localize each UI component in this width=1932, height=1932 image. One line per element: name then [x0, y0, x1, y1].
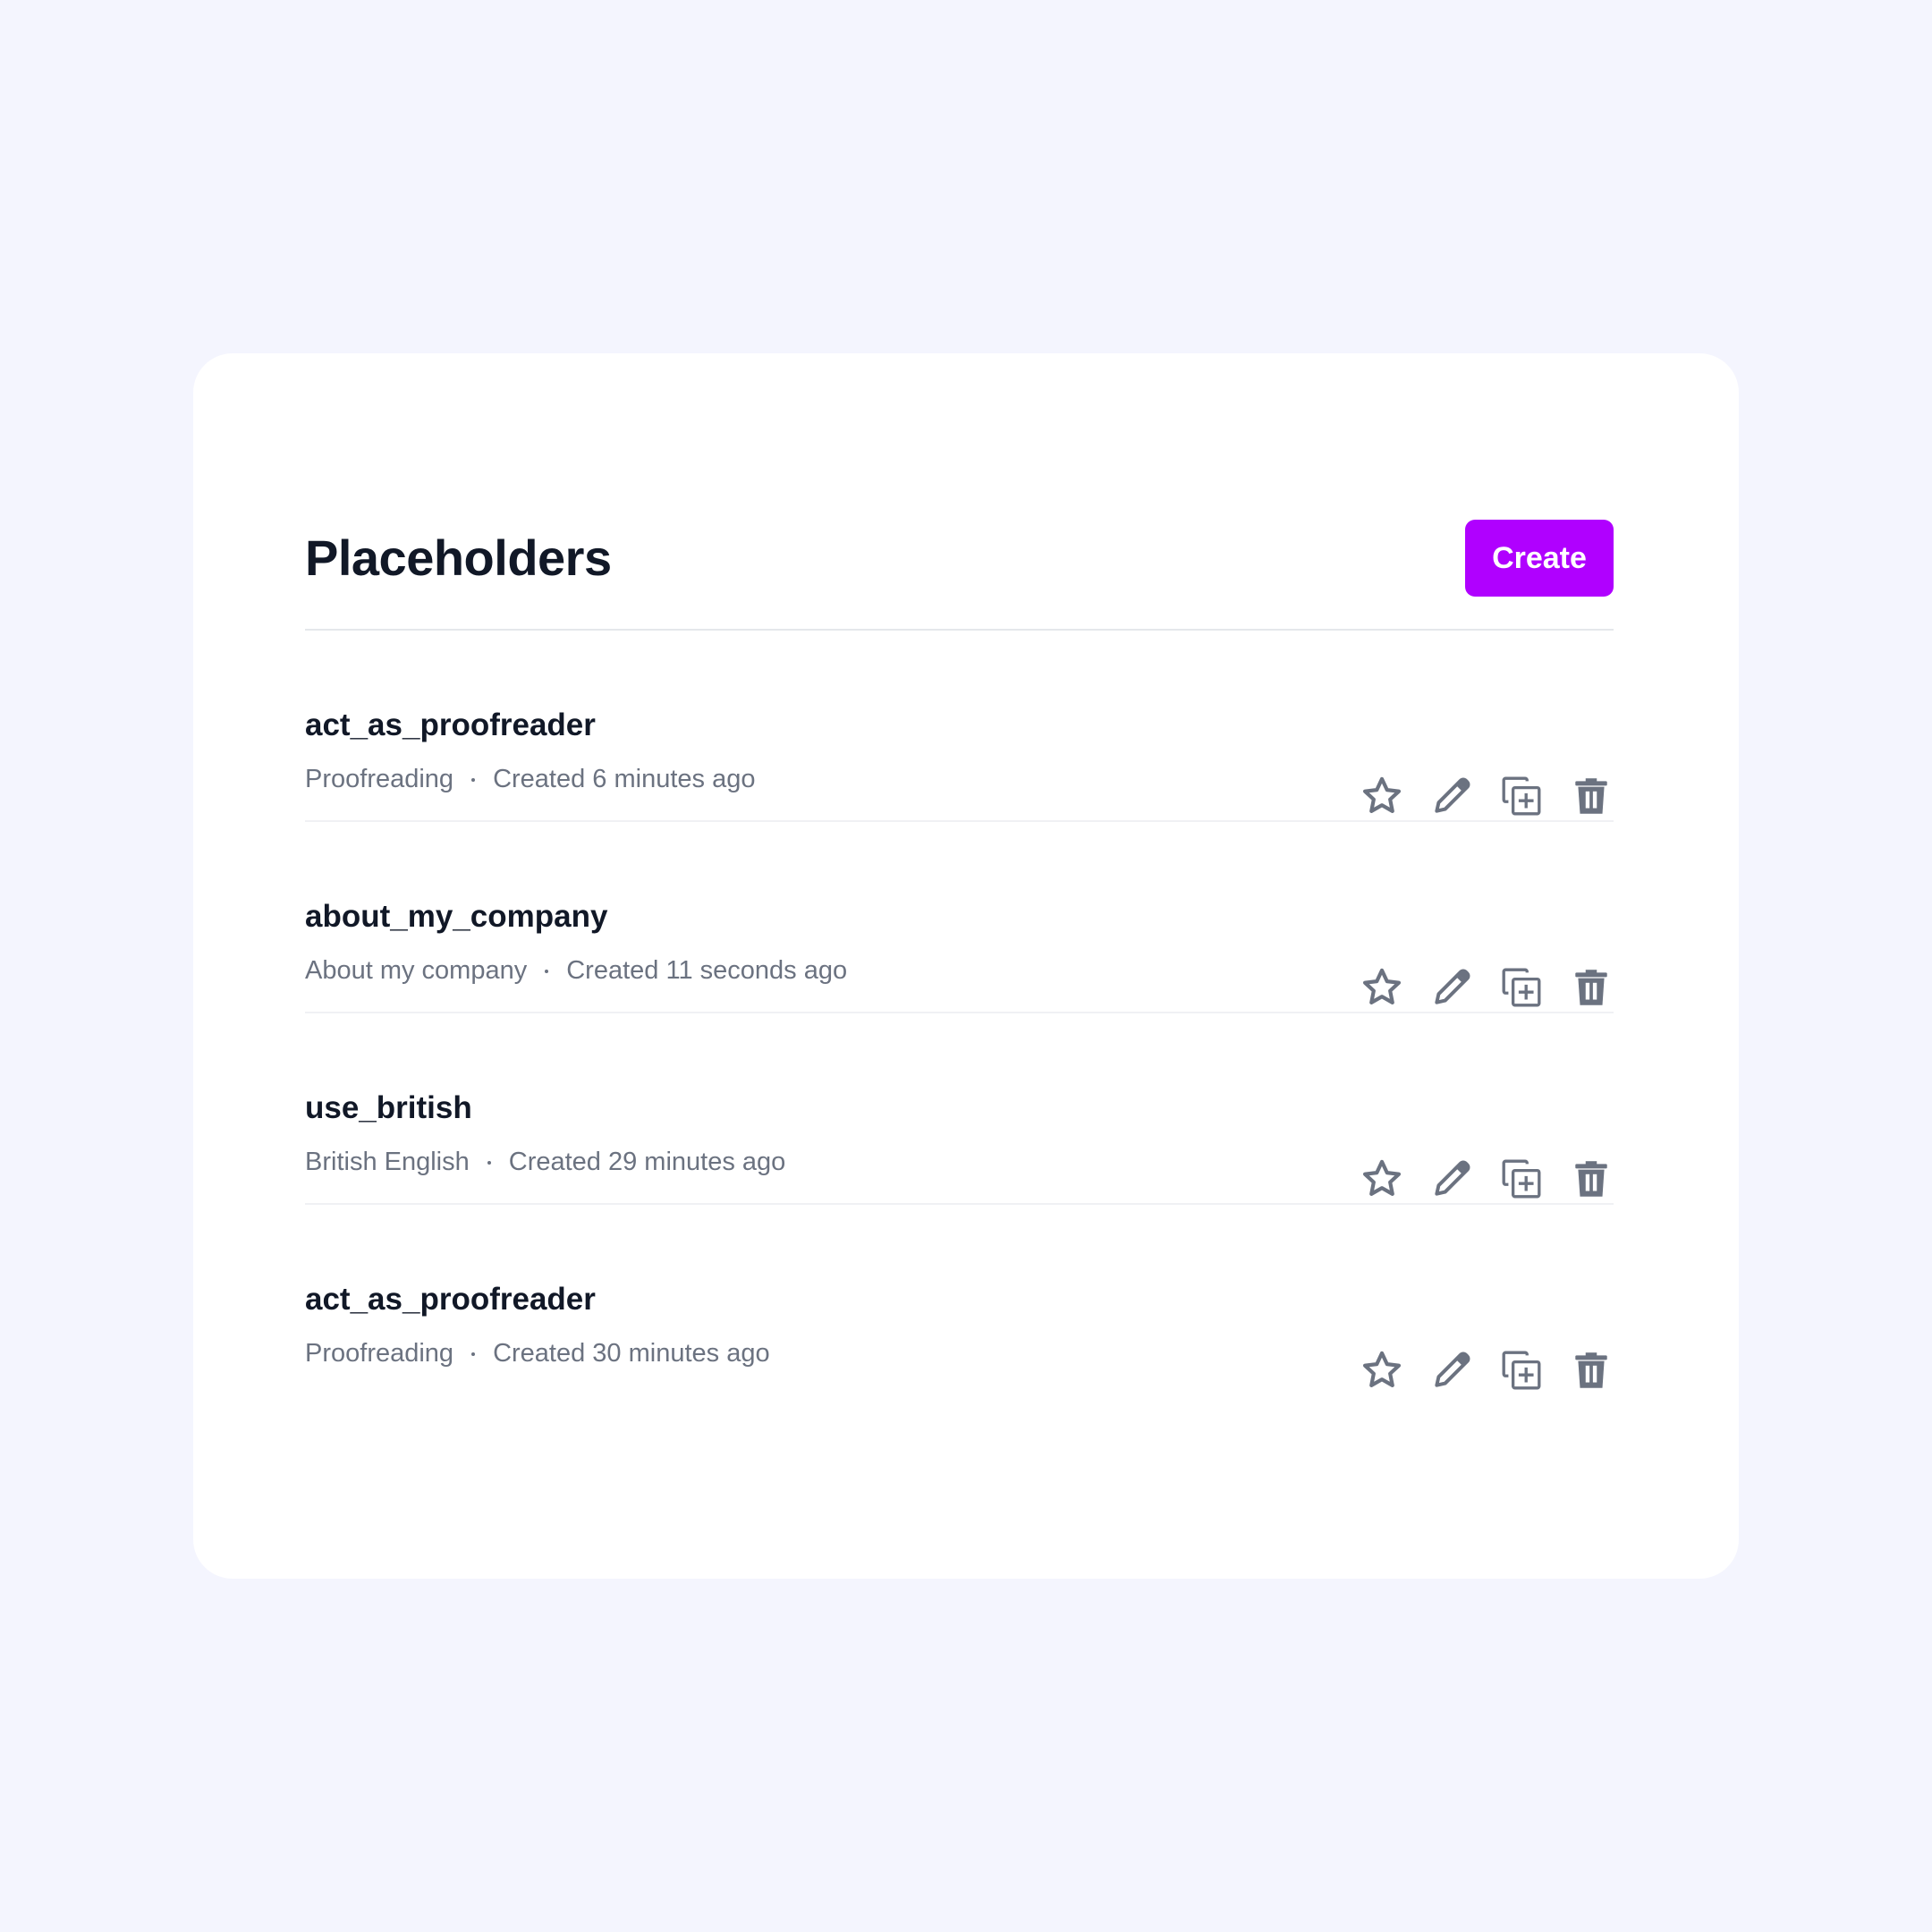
placeholder-category: Proofreading [305, 765, 454, 793]
duplicate-icon[interactable] [1499, 1348, 1544, 1393]
placeholder-category: British English [305, 1148, 470, 1176]
placeholder-meta: Proofreading Created 30 minutes ago [305, 1339, 770, 1368]
separator-dot [471, 777, 476, 782]
star-icon[interactable] [1360, 1348, 1404, 1393]
star-icon[interactable] [1360, 965, 1404, 1010]
trash-icon[interactable] [1569, 1157, 1614, 1201]
pencil-icon[interactable] [1429, 965, 1474, 1010]
placeholder-category: Proofreading [305, 1339, 454, 1368]
placeholder-name[interactable]: use_british [305, 1090, 472, 1126]
placeholder-created: Created 6 minutes ago [493, 765, 756, 793]
trash-icon[interactable] [1569, 774, 1614, 818]
placeholder-meta: About my company Created 11 seconds ago [305, 956, 847, 986]
pencil-icon[interactable] [1429, 774, 1474, 818]
placeholder-name[interactable]: act_as_proofreader [305, 1282, 596, 1318]
star-icon[interactable] [1360, 1157, 1404, 1201]
create-button[interactable]: Create [1465, 520, 1614, 597]
page-header: Placeholders Create [305, 520, 1614, 631]
placeholder-created: Created 29 minutes ago [508, 1148, 786, 1176]
duplicate-icon[interactable] [1499, 1157, 1544, 1201]
placeholder-name[interactable]: act_as_proofreader [305, 708, 596, 743]
row-actions [1360, 1348, 1614, 1393]
duplicate-icon[interactable] [1499, 965, 1544, 1010]
placeholder-created: Created 30 minutes ago [493, 1339, 770, 1368]
placeholder-name[interactable]: about_my_company [305, 899, 607, 935]
placeholder-meta: Proofreading Created 6 minutes ago [305, 765, 755, 794]
list-item: act_as_proofreader Proofreading Created … [305, 631, 1614, 822]
trash-icon[interactable] [1569, 1348, 1614, 1393]
pencil-icon[interactable] [1429, 1157, 1474, 1201]
separator-dot [471, 1352, 476, 1356]
duplicate-icon[interactable] [1499, 774, 1544, 818]
list-item: use_british British English Created 29 m… [305, 1013, 1614, 1205]
placeholder-category: About my company [305, 956, 528, 985]
row-actions [1360, 774, 1614, 818]
pencil-icon[interactable] [1429, 1348, 1474, 1393]
placeholder-meta: British English Created 29 minutes ago [305, 1148, 785, 1177]
separator-dot [545, 969, 549, 973]
separator-dot [487, 1160, 491, 1165]
list-item: about_my_company About my company Create… [305, 822, 1614, 1013]
placeholders-card: Placeholders Create act_as_proofreader P… [193, 353, 1739, 1579]
list-item: act_as_proofreader Proofreading Created … [305, 1205, 1614, 1396]
star-icon[interactable] [1360, 774, 1404, 818]
row-actions [1360, 965, 1614, 1010]
placeholder-created: Created 11 seconds ago [566, 956, 848, 985]
placeholder-list: act_as_proofreader Proofreading Created … [305, 631, 1614, 1396]
trash-icon[interactable] [1569, 965, 1614, 1010]
row-actions [1360, 1157, 1614, 1201]
page-title: Placeholders [305, 530, 612, 586]
